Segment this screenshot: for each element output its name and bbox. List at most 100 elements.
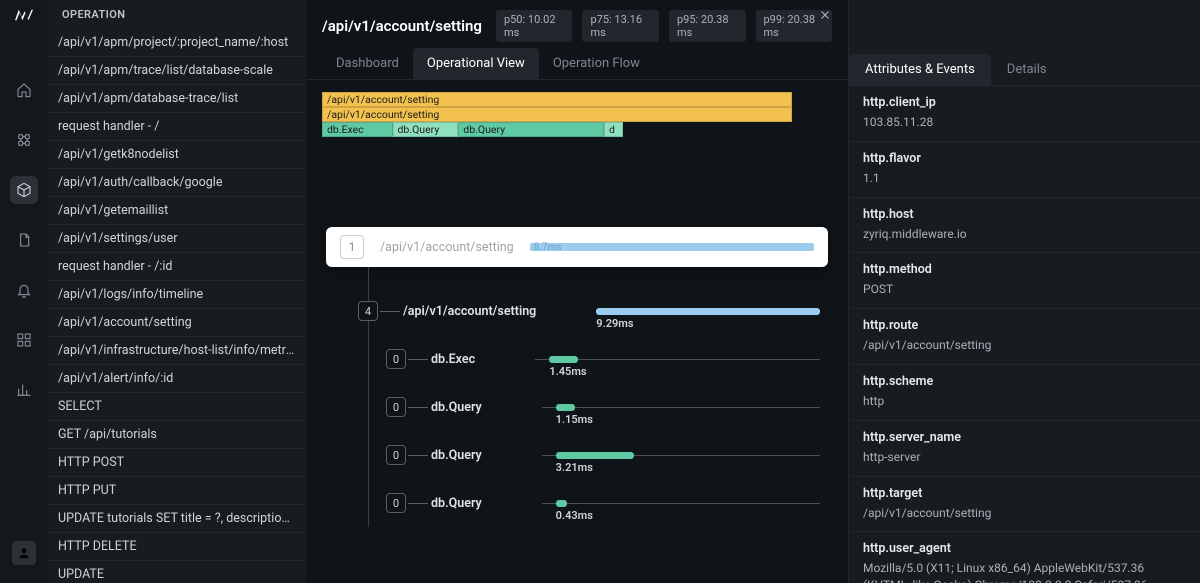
attribute-row: http.route/api/v1/account/setting bbox=[849, 309, 1200, 365]
waterfall-duration: 9.29ms bbox=[596, 317, 633, 330]
waterfall-track: 1.15ms bbox=[542, 407, 820, 408]
operation-item[interactable]: /api/v1/alert/info/:id bbox=[48, 365, 306, 393]
operation-item[interactable]: /api/v1/apm/database-trace/list bbox=[48, 85, 306, 113]
operation-item[interactable]: request handler - /:id bbox=[48, 253, 306, 281]
attribute-value: 103.85.11.28 bbox=[863, 114, 1186, 131]
nav-rail bbox=[0, 0, 48, 583]
attribute-row: http.target/api/v1/account/setting bbox=[849, 477, 1200, 533]
operation-item[interactable]: HTTP DELETE bbox=[48, 533, 306, 561]
attribute-row: http.host zyriq.middleware.io bbox=[849, 198, 1200, 254]
nav-doc-icon[interactable] bbox=[10, 226, 38, 254]
waterfall-bar bbox=[549, 356, 577, 363]
trace-root-badge: 1 bbox=[340, 235, 364, 259]
operation-item[interactable]: HTTP POST bbox=[48, 449, 306, 477]
operation-item[interactable]: /api/v1/account/setting bbox=[48, 309, 306, 337]
operation-item[interactable]: /api/v1/infrastructure/host-list/info/me… bbox=[48, 337, 306, 365]
waterfall-track: 1.45ms bbox=[535, 359, 820, 360]
attribute-key: http.client_ip bbox=[863, 95, 1186, 110]
attribute-key: http.host bbox=[863, 207, 1186, 222]
attribute-key: http.flavor bbox=[863, 151, 1186, 166]
waterfall-depth-badge: 0 bbox=[386, 397, 406, 417]
gantt-segment[interactable]: /api/v1/account/setting bbox=[322, 107, 792, 122]
attribute-key: http.server_name bbox=[863, 430, 1186, 445]
gantt-segment[interactable]: db.Exec bbox=[322, 122, 393, 137]
nav-cube-icon[interactable] bbox=[10, 176, 38, 204]
waterfall-bar bbox=[556, 452, 634, 459]
waterfall-track: 9.29ms bbox=[596, 311, 820, 312]
waterfall-duration: 0.43ms bbox=[556, 509, 593, 522]
waterfall-span-label: db.Query bbox=[431, 448, 482, 463]
stat-pill: p75: 13.16 ms bbox=[582, 10, 659, 42]
waterfall-bar bbox=[556, 404, 575, 411]
right-tab-details[interactable]: Details bbox=[991, 54, 1063, 85]
attribute-value: zyriq.middleware.io bbox=[863, 226, 1186, 243]
attribute-row: http.method POST bbox=[849, 253, 1200, 309]
operation-item[interactable]: UPDATE bbox=[48, 561, 306, 583]
api-title: /api/v1/account/setting bbox=[322, 17, 482, 35]
operation-item[interactable]: /api/v1/apm/trace/list/database-scale bbox=[48, 57, 306, 85]
attribute-value: POST bbox=[863, 281, 1186, 298]
tab-operation-flow[interactable]: Operation Flow bbox=[539, 48, 654, 79]
tab-dashboard[interactable]: Dashboard bbox=[322, 48, 413, 79]
nav-home-icon[interactable] bbox=[10, 76, 38, 104]
waterfall-depth-badge: 0 bbox=[386, 349, 406, 369]
nav-command-icon[interactable] bbox=[10, 126, 38, 154]
waterfall-span-label: db.Exec bbox=[431, 352, 475, 367]
right-tab-attributes-events[interactable]: Attributes & Events bbox=[849, 54, 991, 85]
attribute-value: Mozilla/5.0 (X11; Linux x86_64) AppleWeb… bbox=[863, 560, 1186, 583]
waterfall-row[interactable]: 4/api/v1/account/setting9.29ms bbox=[336, 287, 828, 335]
attribute-row: http.flavor 1.1 bbox=[849, 142, 1200, 198]
operation-item[interactable]: request handler - / bbox=[48, 113, 306, 141]
waterfall-span-label: db.Query bbox=[431, 496, 482, 511]
operation-item[interactable]: HTTP PUT bbox=[48, 477, 306, 505]
attribute-key: http.user_agent bbox=[863, 541, 1186, 556]
trace-waterfall: 4/api/v1/account/setting9.29ms 0 db.Exec 1.… bbox=[336, 267, 828, 527]
trace-root-dur: 8.7ms bbox=[534, 242, 562, 253]
trace-root-name: /api/v1/account/setting bbox=[380, 240, 514, 255]
waterfall-depth-badge: 4 bbox=[358, 301, 378, 321]
waterfall-row[interactable]: 0db.Query1.15ms bbox=[364, 383, 828, 431]
attribute-key: http.method bbox=[863, 262, 1186, 277]
gantt-segment[interactable]: /api/v1/account/setting bbox=[322, 92, 792, 107]
operation-item[interactable]: /api/v1/logs/info/timeline bbox=[48, 281, 306, 309]
waterfall-row[interactable]: 0db.Query3.21ms bbox=[364, 431, 828, 479]
operation-item[interactable]: /api/v1/getemaillist bbox=[48, 197, 306, 225]
operation-item[interactable]: UPDATE tutorials SET title = ?, descript… bbox=[48, 505, 306, 533]
trace-root-card[interactable]: 1 /api/v1/account/setting 8.7ms bbox=[326, 227, 828, 267]
waterfall-duration: 1.15ms bbox=[556, 413, 593, 426]
operation-list: /api/v1/apm/project/:project_name/:host/… bbox=[48, 29, 306, 583]
attribute-row: http.scheme http bbox=[849, 365, 1200, 421]
gantt-segment[interactable]: db.Query bbox=[393, 122, 459, 137]
close-icon[interactable] bbox=[818, 8, 836, 26]
operation-item[interactable]: /api/v1/settings/user bbox=[48, 225, 306, 253]
waterfall-row[interactable]: 0db.Query0.43ms bbox=[364, 479, 828, 527]
api-header: /api/v1/account/setting p50: 10.02 msp75… bbox=[306, 0, 848, 48]
operation-item[interactable]: SELECT bbox=[48, 393, 306, 421]
nav-chart-icon[interactable] bbox=[10, 376, 38, 404]
attribute-key: http.scheme bbox=[863, 374, 1186, 389]
operation-item[interactable]: /api/v1/auth/callback/google bbox=[48, 169, 306, 197]
operation-item[interactable]: /api/v1/apm/project/:project_name/:host bbox=[48, 29, 306, 57]
waterfall-bar bbox=[596, 308, 820, 315]
nav-grid-icon[interactable] bbox=[10, 326, 38, 354]
attribute-row: http.server_name http-server bbox=[849, 421, 1200, 477]
sidebar: OPERATION /api/v1/apm/project/:project_n… bbox=[48, 0, 306, 583]
main-panel: /api/v1/account/setting p50: 10.02 msp75… bbox=[306, 0, 848, 583]
operation-item[interactable]: /api/v1/getk8nodelist bbox=[48, 141, 306, 169]
waterfall-track: 3.21ms bbox=[542, 455, 820, 456]
gantt-segment[interactable]: db.Query bbox=[458, 122, 604, 137]
operation-item[interactable]: GET /api/tutorials bbox=[48, 421, 306, 449]
waterfall-row[interactable]: 0 db.Exec 1.45ms bbox=[364, 335, 828, 383]
gantt-segment[interactable]: d bbox=[604, 122, 623, 137]
main-tabs: DashboardOperational ViewOperation Flow bbox=[306, 48, 848, 80]
tab-operational-view[interactable]: Operational View bbox=[413, 48, 539, 79]
gantt-row: /api/v1/account/setting bbox=[322, 107, 792, 122]
nav-bell-icon[interactable] bbox=[10, 276, 38, 304]
waterfall-track: 0.43ms bbox=[542, 503, 820, 504]
attribute-key: http.target bbox=[863, 486, 1186, 501]
waterfall-duration: 1.45ms bbox=[549, 365, 586, 378]
attribute-value: http-server bbox=[863, 449, 1186, 466]
attribute-value: 1.1 bbox=[863, 170, 1186, 187]
user-avatar[interactable] bbox=[12, 541, 36, 565]
attribute-value: http bbox=[863, 393, 1186, 410]
